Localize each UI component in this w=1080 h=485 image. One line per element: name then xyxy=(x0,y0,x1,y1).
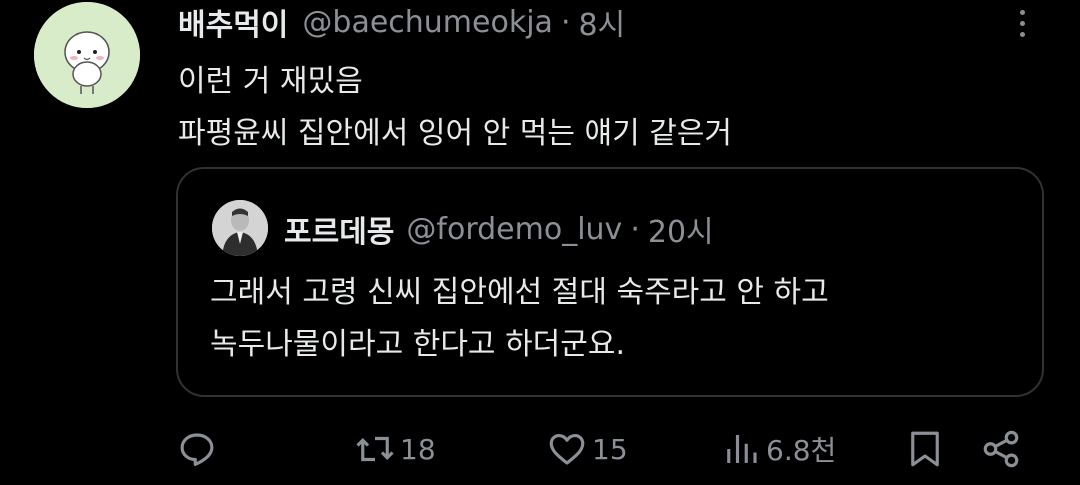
views-button[interactable]: 6.8천 xyxy=(720,428,836,470)
tweet-text: 이런 거 재밌음 파평윤씨 집안에서 잉어 안 먹는 얘기 같은거 xyxy=(178,56,732,160)
quoted-header: 포르데몽 @fordemo_luv · 20시 xyxy=(284,207,714,251)
quoted-text: 그래서 고령 신씨 집안에선 절대 숙주라고 안 하고 녹두나물이라고 한다고 … xyxy=(210,267,829,371)
quoted-timestamp[interactable]: 20시 xyxy=(648,207,714,251)
tweet-header: 배추먹이 @baechumeokja · 8시 xyxy=(178,0,625,44)
retweet-icon xyxy=(356,436,394,462)
retweet-count: 18 xyxy=(400,432,436,466)
avatar[interactable] xyxy=(34,2,140,108)
more-options-icon[interactable] xyxy=(1010,6,1034,42)
quoted-line: 녹두나물이라고 한다고 하더군요. xyxy=(210,327,626,362)
display-name[interactable]: 배추먹이 xyxy=(178,0,288,44)
portrait-avatar-icon xyxy=(212,200,268,256)
separator: · xyxy=(560,4,571,40)
tweet-line: 파평윤씨 집안에서 잉어 안 먹는 얘기 같은거 xyxy=(178,116,733,151)
quoted-line: 그래서 고령 신씨 집안에선 절대 숙주라고 안 하고 xyxy=(210,275,829,310)
bookmark-button[interactable] xyxy=(904,428,946,470)
cartoon-avatar-icon xyxy=(34,2,140,108)
quoted-avatar xyxy=(212,200,268,256)
bookmark-icon xyxy=(911,431,939,467)
quoted-display-name[interactable]: 포르데몽 xyxy=(284,207,394,251)
user-handle[interactable]: @baechumeokja xyxy=(302,5,553,40)
retweet-button[interactable]: 18 xyxy=(354,428,436,470)
share-button[interactable] xyxy=(980,428,1022,470)
like-count: 15 xyxy=(592,432,628,466)
timestamp[interactable]: 8시 xyxy=(579,0,626,44)
tweet-line: 이런 거 재밌음 xyxy=(178,64,363,99)
quoted-user-handle[interactable]: @fordemo_luv xyxy=(406,212,622,247)
quoted-tweet[interactable]: 포르데몽 @fordemo_luv · 20시 그래서 고령 신씨 집안에선 절… xyxy=(176,167,1044,397)
views-bar-chart-icon xyxy=(727,435,757,463)
like-button[interactable]: 15 xyxy=(546,428,628,470)
reply-icon xyxy=(180,433,214,466)
share-icon xyxy=(983,430,1019,468)
heart-icon xyxy=(549,433,585,465)
reply-button[interactable] xyxy=(176,428,218,470)
separator: · xyxy=(630,211,640,247)
action-bar: 18 15 6.8천 xyxy=(0,420,1080,480)
view-count: 6.8천 xyxy=(766,434,837,467)
